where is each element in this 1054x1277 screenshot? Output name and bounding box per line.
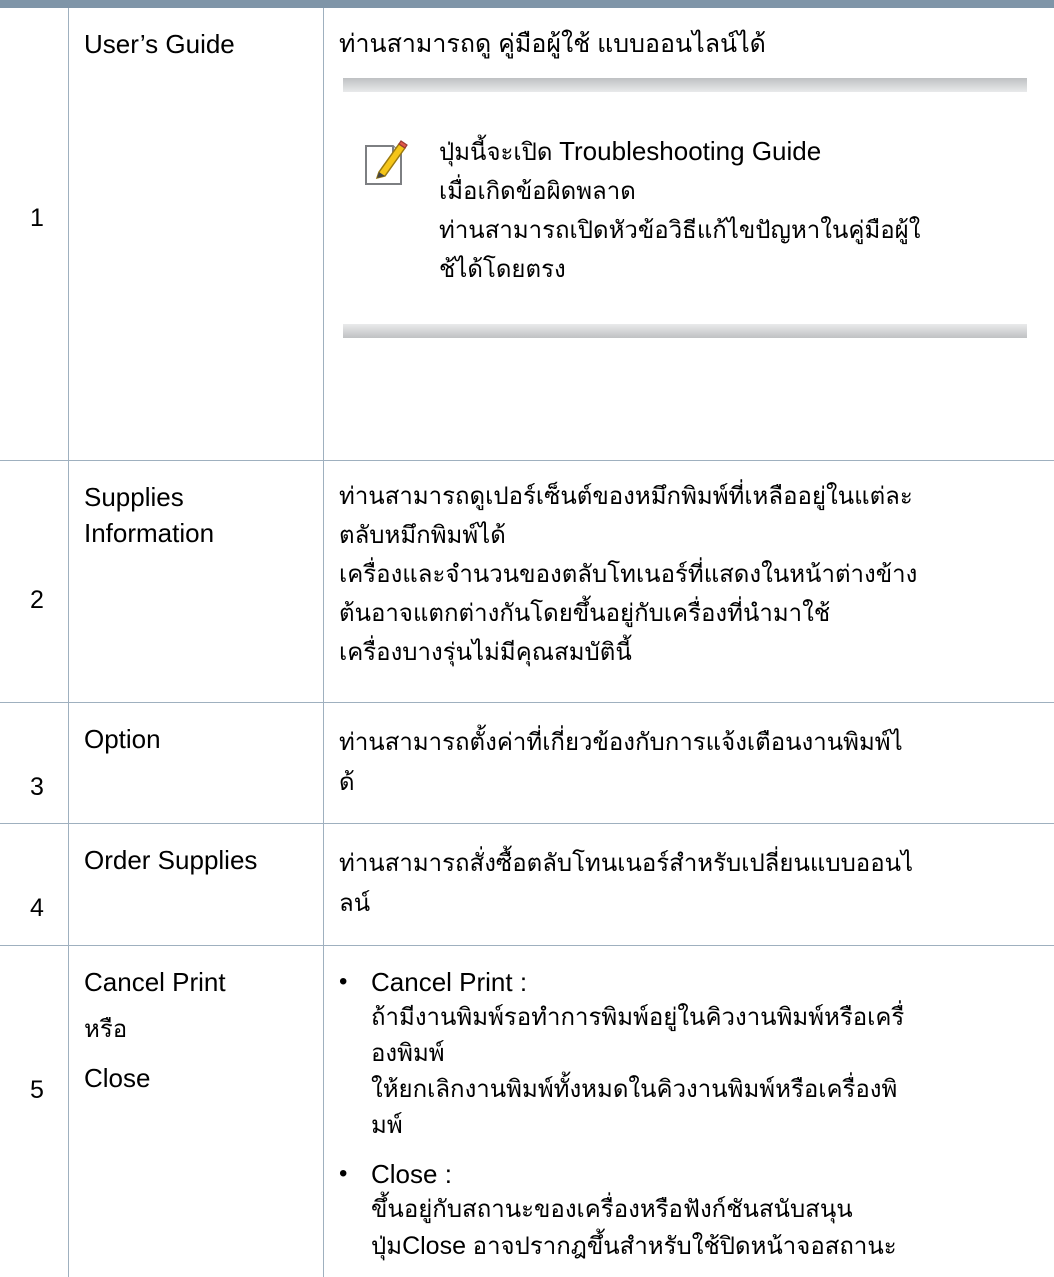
button-name-cell: Supplies Information xyxy=(69,460,324,702)
supplies-information-name-line-1: Supplies xyxy=(84,479,323,515)
note-text: ปุ่มนี้จะเปิด Troubleshooting Guide เมื่… xyxy=(439,132,999,289)
description-line: ท่านสามารถดูเปอร์เซ็นต์ของหมึกพิมพ์ที่เห… xyxy=(339,477,1038,516)
supplies-information-name-line-2: Information xyxy=(84,515,323,551)
description-cell: ท่านสามารถดู คู่มือผู้ใช้ แบบออนไลน์ได้ … xyxy=(324,8,1054,460)
description-line: ลน์ xyxy=(339,884,1038,924)
top-rule xyxy=(0,0,1054,8)
row-number-cell: 4 xyxy=(0,823,69,945)
bullet-term: Close : xyxy=(371,1156,1038,1192)
bullet-item-close: Close : ขึ้นอยู่กับสถานะของเครื่องหรือฟั… xyxy=(339,1156,1038,1265)
description-cell: ท่านสามารถตั้งค่าที่เกี่ยวข้องกับการแจ้ง… xyxy=(324,702,1054,823)
button-name-cell: Option xyxy=(69,702,324,823)
description-cell: Cancel Print : ถ้ามีงานพิมพ์รอทำการพิมพ์… xyxy=(324,945,1054,1277)
description-line: ต้นอาจแตกต่างกันโดยขึ้นอยู่กับเครื่องที่… xyxy=(339,594,1038,633)
bullet-line: ให้ยกเลิกงานพิมพ์ทั้งหมดในคิวงานพิมพ์หรื… xyxy=(371,1072,1038,1108)
table-row: 4 Order Supplies ท่านสามารถสั่งซื้อตลับโ… xyxy=(0,823,1054,945)
description-line: ด้ xyxy=(339,763,1038,803)
row-number-cell: 3 xyxy=(0,702,69,823)
note-line-1-prefix: ปุ่มนี้จะเปิด xyxy=(439,139,552,166)
bullet-line: ปุ่มClose อาจปรากฎขึ้นสำหรับใช้ปิดหน้าจอ… xyxy=(371,1228,1038,1265)
note-line-2: เมื่อเกิดข้อผิดพลาด xyxy=(439,172,999,211)
bullet-line: ถ้ามีงานพิมพ์รอทำการพิมพ์อยู่ในคิวงานพิม… xyxy=(371,1000,1038,1036)
button-name-cell: Order Supplies xyxy=(69,823,324,945)
note-pencil-icon xyxy=(363,138,411,188)
description-line: เครื่องและจำนวนของตลับโทเนอร์ที่แสดงในหน… xyxy=(339,555,1038,594)
cancel-print-button-name: Cancel Print xyxy=(84,964,323,1000)
description-line: ท่านสามารถตั้งค่าที่เกี่ยวข้องกับการแจ้ง… xyxy=(339,723,1038,763)
bullet-line: ขึ้นอยู่กับสถานะของเครื่องหรือฟังก์ชันสน… xyxy=(371,1192,1038,1228)
note-line-4: ช้ได้โดยตรง xyxy=(439,250,999,289)
description-line: เครื่องบางรุ่นไม่มีคุณสมบัตินี้ xyxy=(339,633,1038,672)
row-number-cell: 2 xyxy=(0,460,69,702)
description-cell: ท่านสามารถดูเปอร์เซ็นต์ของหมึกพิมพ์ที่เห… xyxy=(324,460,1054,702)
user-guide-button-name: User’s Guide xyxy=(84,26,323,62)
close-line-prefix: ปุ่ม xyxy=(371,1233,402,1260)
bullet-term: Cancel Print : xyxy=(371,964,1038,1000)
troubleshooting-guide-term: Troubleshooting Guide xyxy=(559,136,821,166)
table-row: 3 Option ท่านสามารถตั้งค่าที่เกี่ยวข้องก… xyxy=(0,702,1054,823)
close-button-name: Close xyxy=(84,1060,323,1096)
table-row: 5 Cancel Print หรือ Close Cancel Print :… xyxy=(0,945,1054,1277)
bullet-list: Cancel Print : ถ้ามีงานพิมพ์รอทำการพิมพ์… xyxy=(339,964,1038,1265)
note-bottom-bar xyxy=(343,324,1027,338)
row-number: 5 xyxy=(30,1076,44,1105)
table-row: 2 Supplies Information ท่านสามารถดูเปอร์… xyxy=(0,460,1054,702)
bullet-line: องพิมพ์ xyxy=(371,1036,1038,1072)
button-name-cell: User’s Guide xyxy=(69,8,324,460)
row-number: 3 xyxy=(30,773,44,802)
note-top-bar xyxy=(343,78,1027,92)
or-text: หรือ xyxy=(84,1012,323,1048)
row-number: 1 xyxy=(30,204,44,233)
description-cell: ท่านสามารถสั่งซื้อตลับโทนเนอร์สำหรับเปลี… xyxy=(324,823,1054,945)
bullet-line: มพ์ xyxy=(371,1108,1038,1144)
row-number-cell: 1 xyxy=(0,8,69,460)
option-button-name: Option xyxy=(84,721,323,757)
note-line-3: ท่านสามารถเปิดหัวข้อวิธีแก้ไขปัญหาในคู่ม… xyxy=(439,211,999,250)
order-supplies-button-name: Order Supplies xyxy=(84,842,323,878)
row-number-cell: 5 xyxy=(0,945,69,1277)
row-number: 4 xyxy=(30,894,44,923)
close-line-suffix: อาจปรากฎขึ้นสำหรับใช้ปิดหน้าจอสถานะ xyxy=(466,1233,897,1260)
description-line: ตลับหมึกพิมพ์ได้ xyxy=(339,516,1038,555)
button-reference-table: 1 User’s Guide ท่านสามารถดู คู่มือผู้ใช้… xyxy=(0,8,1054,1277)
bullet-item-cancel-print: Cancel Print : ถ้ามีงานพิมพ์รอทำการพิมพ์… xyxy=(339,964,1038,1144)
close-term: Close xyxy=(402,1232,466,1260)
table-row: 1 User’s Guide ท่านสามารถดู คู่มือผู้ใช้… xyxy=(0,8,1054,460)
description-text: ท่านสามารถดู คู่มือผู้ใช้ แบบออนไลน์ได้ xyxy=(339,24,1038,64)
row-number: 2 xyxy=(30,586,44,615)
note-box: ปุ่มนี้จะเปิด Troubleshooting Guide เมื่… xyxy=(343,78,1027,338)
button-name-cell: Cancel Print หรือ Close xyxy=(69,945,324,1277)
description-line: ท่านสามารถสั่งซื้อตลับโทนเนอร์สำหรับเปลี… xyxy=(339,844,1038,884)
